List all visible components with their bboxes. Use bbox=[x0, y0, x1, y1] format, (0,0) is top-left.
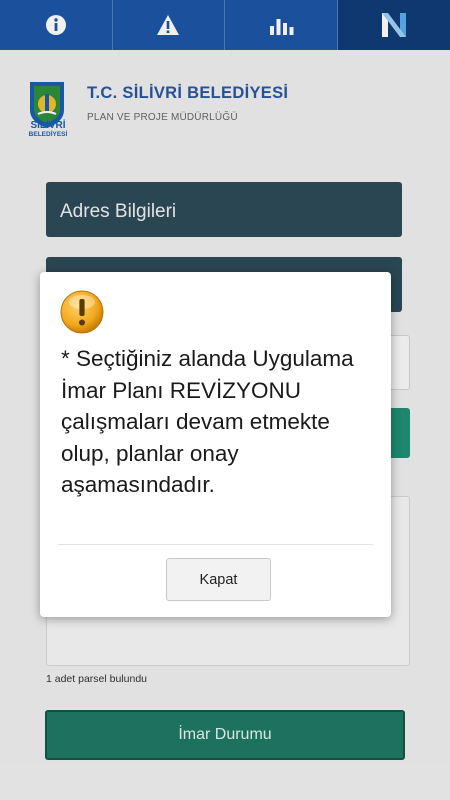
close-button[interactable]: Kapat bbox=[166, 558, 271, 601]
dialog-message: * Seçtiğiniz alanda Uygulama İmar Planı … bbox=[61, 346, 354, 497]
alert-dialog: * Seçtiğiniz alanda Uygulama İmar Planı … bbox=[40, 272, 391, 617]
warning-circle-icon bbox=[60, 290, 104, 334]
dialog-divider bbox=[58, 544, 373, 545]
